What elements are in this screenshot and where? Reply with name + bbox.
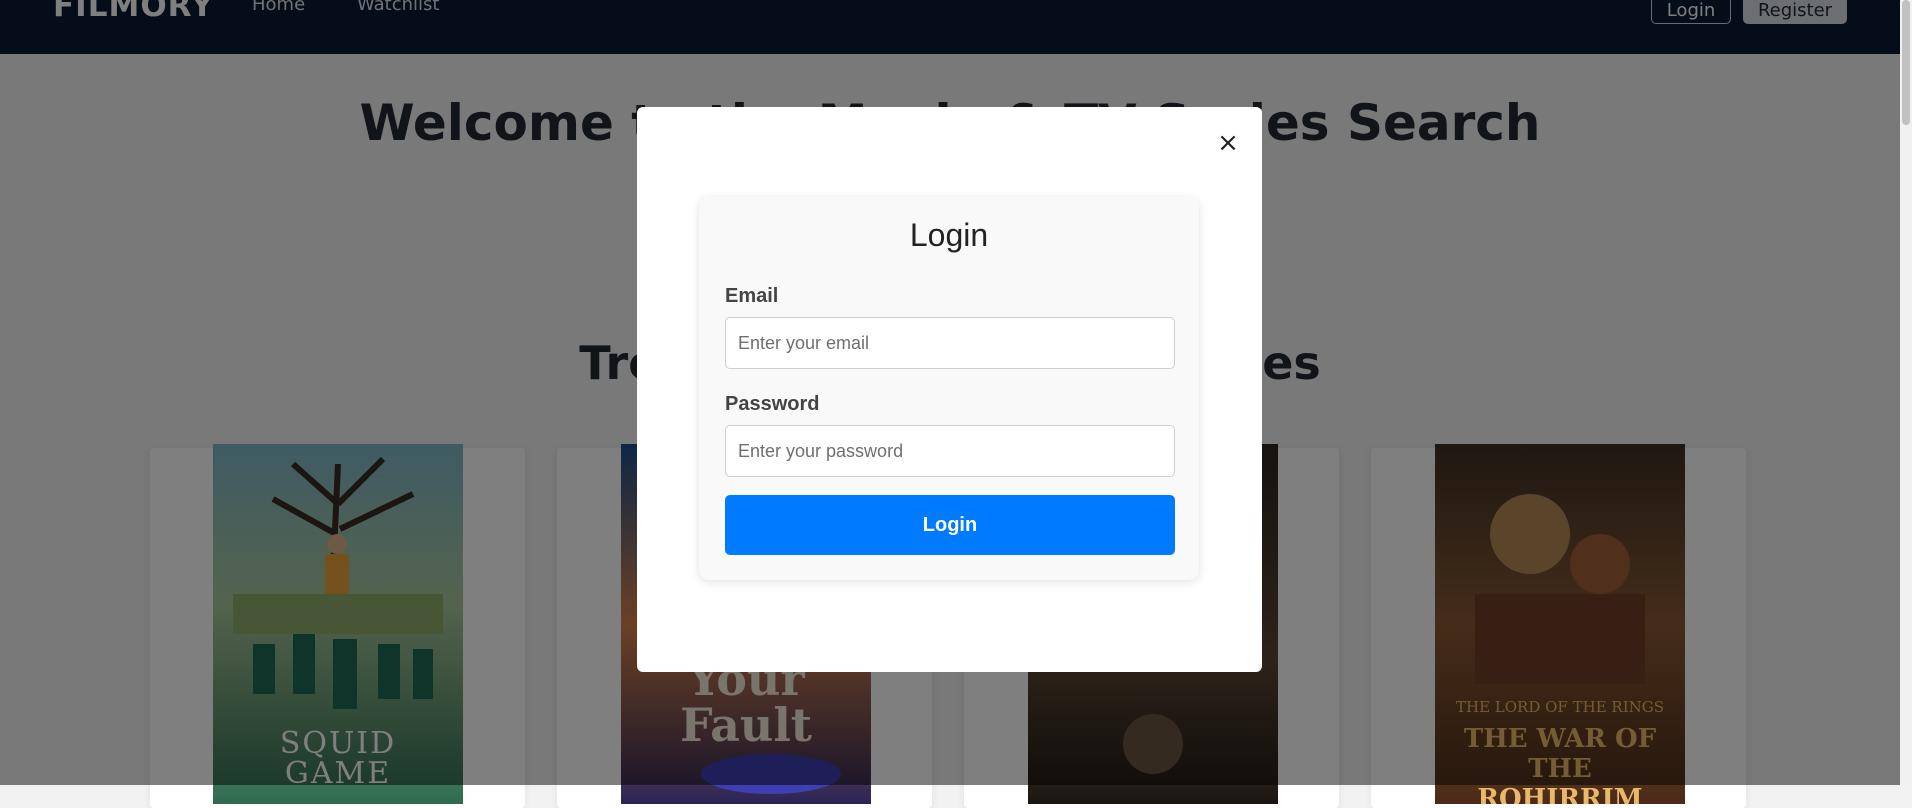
password-label: Password xyxy=(725,393,820,415)
close-icon[interactable]: × xyxy=(1214,129,1242,157)
login-submit-button[interactable]: Login xyxy=(725,495,1175,555)
email-field[interactable] xyxy=(725,317,1175,369)
password-field[interactable] xyxy=(725,425,1175,477)
email-label: Email xyxy=(725,285,779,307)
login-form-card: Login Email Password Login xyxy=(699,197,1199,580)
scrollbar-thumb[interactable] xyxy=(1902,0,1910,125)
login-heading: Login xyxy=(909,217,989,253)
login-modal: × Login Email Password Login xyxy=(637,107,1262,672)
